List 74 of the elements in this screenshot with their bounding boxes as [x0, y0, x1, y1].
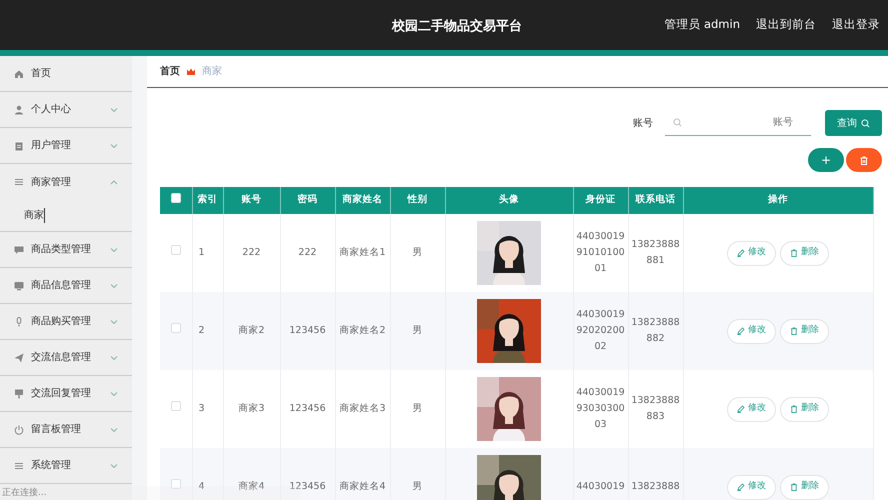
sidebar-item[interactable]: 用户管理	[0, 128, 132, 164]
header-link[interactable]: 退出到前台	[756, 16, 816, 34]
table-cell: 商家2	[223, 292, 280, 370]
table-cell: 123456	[280, 448, 335, 500]
row-checkbox[interactable]	[170, 245, 181, 256]
table-cell: 123456	[280, 292, 335, 370]
sidebar-item[interactable]: 交流信息管理	[0, 340, 132, 376]
table-cell: 商家4	[223, 448, 280, 500]
chat-icon	[14, 244, 24, 254]
table-cell: 13823888	[628, 448, 683, 500]
column-header: 头像	[445, 187, 573, 214]
table-cell: 44030019	[573, 448, 628, 500]
table-cell: 4	[192, 448, 223, 500]
microphone-icon	[14, 316, 24, 326]
send-icon	[14, 352, 24, 362]
table-cell: 男	[390, 292, 445, 370]
delete-button[interactable]	[846, 148, 882, 172]
row-checkbox[interactable]	[170, 401, 181, 412]
sidebar-item[interactable]: 商品购买管理	[0, 304, 132, 340]
table-cell: 13823888882	[628, 292, 683, 370]
monitor-icon	[14, 280, 24, 290]
power-icon	[14, 424, 24, 434]
user-icon	[14, 104, 24, 114]
column-header: 索引	[192, 187, 223, 214]
table-cell: 男	[390, 448, 445, 500]
column-header: 密码	[280, 187, 335, 214]
edit-icon	[737, 327, 745, 335]
column-header: 联系电话	[628, 187, 683, 214]
column-header: 身份证	[573, 187, 628, 214]
trash-icon	[790, 249, 798, 257]
sidebar-item[interactable]: 首页	[0, 56, 132, 92]
table-cell: 商家姓名4	[335, 448, 390, 500]
clipboard-icon	[14, 140, 24, 150]
menu-icon	[14, 460, 24, 470]
list-icon	[14, 177, 24, 187]
table-cell: 商家姓名2	[335, 292, 390, 370]
table-cell: 440300199202020002	[573, 292, 628, 370]
trash-icon	[860, 156, 868, 164]
sidebar-item[interactable]: 个人中心	[0, 92, 132, 128]
search-icon	[673, 118, 682, 127]
table-cell: 2	[192, 292, 223, 370]
breadcrumb-link[interactable]: 首页	[160, 64, 180, 79]
edit-icon	[737, 483, 745, 491]
edit-icon	[737, 249, 745, 257]
sidebar-item[interactable]: 商品信息管理	[0, 268, 132, 304]
search-label: 账号	[633, 116, 653, 130]
sidebar-item[interactable]: 留言板管理	[0, 412, 132, 448]
home-icon	[14, 68, 24, 78]
edit-icon	[737, 405, 745, 413]
search-icon	[861, 118, 870, 128]
search-field[interactable]: 账号	[665, 110, 811, 136]
app-title: 校园二手物品交易平台	[392, 18, 522, 36]
sidebar-item[interactable]: 商品类型管理	[0, 232, 132, 268]
sign-icon	[14, 388, 24, 398]
crown-icon	[187, 68, 195, 75]
header-link[interactable]: 管理员 admin	[664, 16, 740, 34]
column-header: 账号	[223, 187, 280, 214]
row-checkbox[interactable]	[170, 323, 181, 334]
trash-icon	[790, 327, 798, 335]
trash-icon	[790, 405, 798, 413]
breadcrumb-current: 商家	[202, 64, 222, 79]
trash-icon	[790, 483, 798, 491]
sidebar-item[interactable]: 商家管理	[0, 164, 132, 200]
sidebar-item[interactable]: 系统管理	[0, 448, 132, 484]
select-all-checkbox[interactable]	[170, 192, 181, 203]
column-header: 操作	[683, 187, 873, 214]
column-header: 性别	[390, 187, 445, 214]
add-button[interactable]: +	[808, 148, 844, 172]
submenu-item[interactable]: 商家	[24, 208, 45, 223]
header-link[interactable]: 退出登录	[832, 16, 880, 34]
row-checkbox[interactable]	[170, 479, 181, 490]
sidebar-item[interactable]: 交流回复管理	[0, 376, 132, 412]
query-button[interactable]: 查询	[825, 110, 882, 136]
column-header: 商家姓名	[335, 187, 390, 214]
